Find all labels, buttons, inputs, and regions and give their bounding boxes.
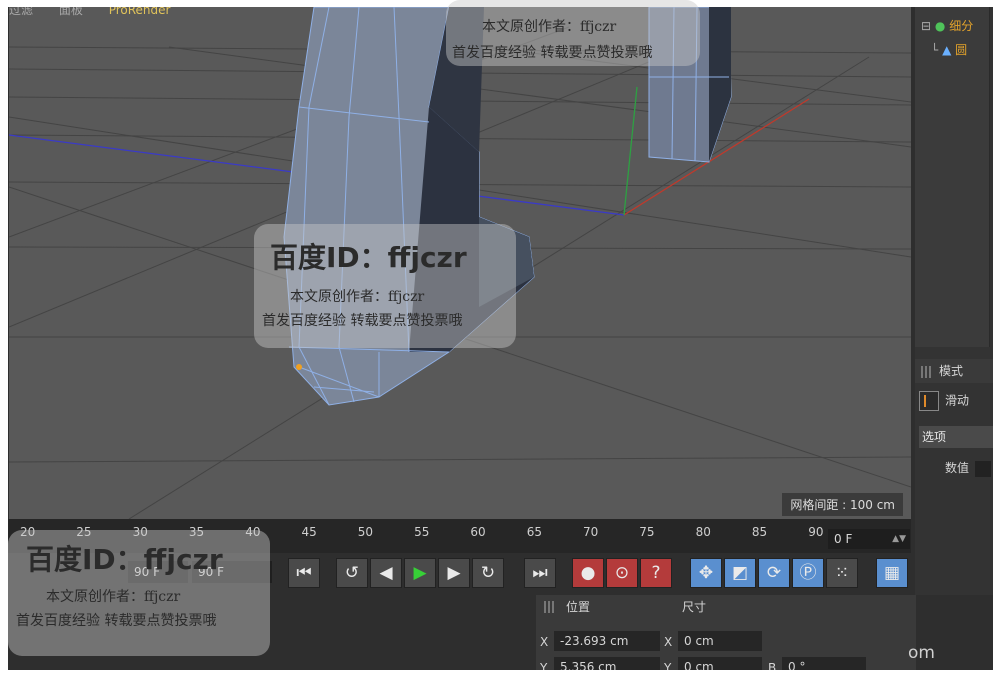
- timeline-tick-label: 45: [301, 525, 317, 539]
- record-position-button[interactable]: ✥: [690, 558, 722, 588]
- axis-y-line: [623, 86, 638, 216]
- go-to-end-button[interactable]: ⏭: [524, 558, 556, 588]
- go-to-next-key-button[interactable]: ↻: [472, 558, 504, 588]
- stepper-icon[interactable]: ▲▼: [892, 529, 906, 549]
- timeline-tick-label: 55: [414, 525, 430, 539]
- selected-vertex[interactable]: [296, 364, 302, 370]
- slide-tool-row: 滑动: [919, 391, 969, 411]
- timeline-tick-label: 60: [470, 525, 486, 539]
- timeline-tick-label: 90: [808, 525, 824, 539]
- watermark-backdrop: [446, 0, 700, 66]
- menu-panel[interactable]: 面板: [59, 7, 83, 17]
- record-active-objects-button[interactable]: ●: [572, 558, 604, 588]
- tree-item-circle[interactable]: └ ▲ 圆: [931, 41, 967, 58]
- record-scale-button[interactable]: ◩: [724, 558, 756, 588]
- record-parameter-button[interactable]: Ⓟ: [792, 558, 824, 588]
- keyframe-selection-button[interactable]: ?: [640, 558, 672, 588]
- go-to-previous-key-button[interactable]: ↺: [336, 558, 368, 588]
- object-manager: ⊟ ● 细分 └ ▲ 圆: [915, 7, 990, 347]
- subdivision-icon: ●: [934, 19, 946, 33]
- previous-frame-button[interactable]: ◀: [370, 558, 402, 588]
- watermark-backdrop: [254, 224, 516, 348]
- record-rotation-button[interactable]: ⟳: [758, 558, 790, 588]
- coords-row-x: X -23.693 cm X 0 cm: [536, 631, 916, 653]
- grid-spacing-readout: 网格间距 : 100 cm: [782, 493, 903, 516]
- size-x-label: X: [664, 635, 673, 649]
- timeline-tick-label: 80: [695, 525, 711, 539]
- size-header: 尺寸: [682, 600, 707, 614]
- position-x-field[interactable]: -23.693 cm: [554, 631, 660, 651]
- value-row: 数值: [945, 459, 992, 477]
- timeline-tick-label: 70: [583, 525, 599, 539]
- tree-item-subdivision[interactable]: ⊟ ● 细分: [921, 17, 973, 34]
- tree-branch-icon: └: [931, 43, 939, 57]
- rot-b-label: B: [768, 661, 777, 670]
- record-point-level-button[interactable]: ⁙: [826, 558, 858, 588]
- coords-row-y: Y 5.356 cm Y 0 cm B 0 °: [536, 657, 916, 670]
- play-button[interactable]: ▶: [404, 558, 436, 588]
- position-header: 位置: [566, 600, 591, 614]
- trailing-text: om: [908, 643, 935, 663]
- attributes-header: 模式: [915, 359, 993, 383]
- value-input[interactable]: [975, 460, 992, 477]
- y-label: Y: [540, 661, 548, 670]
- menu-prorender[interactable]: ProRender: [109, 7, 171, 17]
- grip-icon[interactable]: [544, 601, 556, 613]
- current-frame-value: 0 F: [834, 532, 853, 546]
- rotation-b-field[interactable]: 0 °: [782, 657, 866, 670]
- current-frame-field[interactable]: 0 F ▲▼: [828, 529, 910, 549]
- polygon-object-icon: ▲: [942, 43, 952, 57]
- slide-tool-icon: [919, 391, 939, 411]
- size-y-field[interactable]: 0 cm: [678, 657, 762, 670]
- timeline-tick-label: 65: [526, 525, 542, 539]
- watermark-backdrop: [8, 530, 270, 656]
- timeline-tick-label: 50: [357, 525, 374, 539]
- slide-tool-label: 滑动: [945, 393, 970, 408]
- position-y-field[interactable]: 5.356 cm: [554, 657, 660, 670]
- play-icon: ▶: [413, 563, 427, 583]
- grip-icon[interactable]: [921, 365, 933, 378]
- timeline-tick-label: 75: [639, 525, 655, 539]
- expand-icon[interactable]: ⊟: [921, 19, 931, 33]
- autokeying-button[interactable]: ⊙: [606, 558, 638, 588]
- timeline-window-button[interactable]: ▦: [876, 558, 908, 588]
- mode-menu[interactable]: 模式: [939, 364, 963, 378]
- size-y-label: Y: [664, 661, 672, 670]
- coordinates-header: 位置 尺寸: [536, 595, 916, 619]
- viewport-menu: 过滤 面板 ProRender: [9, 7, 192, 18]
- coordinates-manager: 位置 尺寸 X -23.693 cm X 0 cm Y 5.356 cm Y 0…: [536, 595, 916, 670]
- next-frame-button[interactable]: ▶: [438, 558, 470, 588]
- timeline-tick-label: 85: [751, 525, 768, 539]
- tab-options[interactable]: 选项: [919, 426, 993, 448]
- right-panel: ⊟ ● 细分 └ ▲ 圆 模式 滑动 选项 数值: [915, 7, 993, 670]
- value-label: 数值: [945, 461, 970, 475]
- size-x-field[interactable]: 0 cm: [678, 631, 762, 651]
- menu-filter[interactable]: 过滤: [9, 7, 33, 17]
- go-to-start-button[interactable]: ⏮: [288, 558, 320, 588]
- x-label: X: [540, 635, 549, 649]
